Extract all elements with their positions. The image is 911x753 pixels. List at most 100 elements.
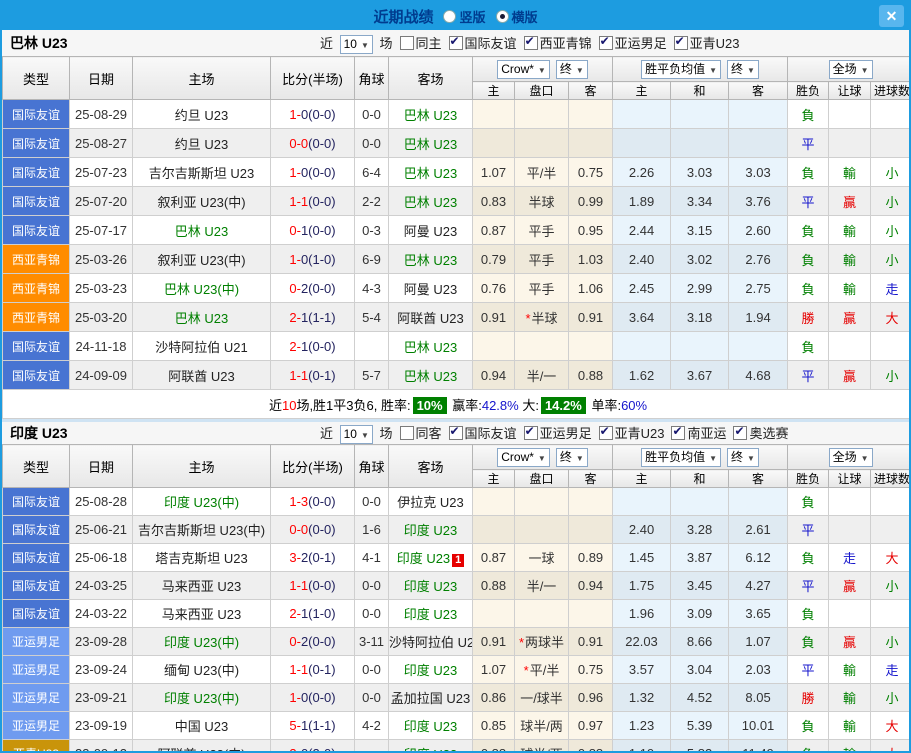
scope-select[interactable]: 全场▼: [829, 60, 873, 79]
home-team-name: 阿联酋 U23: [168, 369, 234, 384]
handicap-result-cell: 贏: [829, 628, 871, 656]
score: 5-1(1-1): [271, 712, 355, 740]
filter-checkbox-国际友谊[interactable]: [449, 426, 463, 440]
avg-odds-select[interactable]: 胜平负均值▼: [641, 60, 721, 79]
horizontal-layout-radio[interactable]: [496, 10, 509, 23]
match-row: 国际友谊25-08-27约旦 U230-0(0-0)0-0巴林 U23平: [3, 129, 911, 158]
goals-result-cell: [871, 600, 911, 628]
home-team: 吉尔吉斯斯坦 U23: [133, 158, 271, 187]
corner-score: 6-4: [355, 158, 389, 187]
recent-count-select[interactable]: 10▼: [340, 425, 373, 444]
odds-handicap: 平/半: [515, 158, 569, 187]
odds-handicap: *平/半: [515, 656, 569, 684]
odds-home: 0.88: [473, 740, 515, 753]
odds-handicap: 一球: [515, 544, 569, 572]
filter-checkbox-亚青U23[interactable]: [674, 36, 688, 50]
competition-type-badge: 西亚青锦: [3, 245, 70, 274]
column-header-客场: 客场: [389, 57, 473, 100]
score-halftime: 0(0-0): [301, 165, 336, 180]
result-cell: 平: [788, 187, 829, 216]
match-date: 23-09-21: [70, 684, 133, 712]
competition-type-badge: 亚运男足: [3, 684, 70, 712]
match-date: 23-09-12: [70, 740, 133, 753]
away-team: 印度 U23: [389, 656, 473, 684]
filter-checkbox-亚青U23[interactable]: [599, 426, 613, 440]
filter-checkbox-亚运男足[interactable]: [524, 426, 538, 440]
chevron-down-icon: ▼: [861, 454, 869, 463]
filter-checkbox-亚运男足[interactable]: [599, 36, 613, 50]
odds-handicap: [515, 516, 569, 544]
match-date: 25-08-28: [70, 488, 133, 516]
score: 0-1(0-0): [271, 216, 355, 245]
filter-checkbox-同主[interactable]: [400, 36, 414, 50]
close-icon[interactable]: ✕: [879, 5, 904, 27]
competition-type-badge: 国际友谊: [3, 488, 70, 516]
filter-checkbox-label: 亚青U23: [690, 36, 740, 51]
recent-count-select-value: 10: [344, 37, 357, 51]
bookmaker-select[interactable]: Crow*▼: [497, 448, 550, 467]
away-team: 阿联酋 U23: [389, 303, 473, 332]
subcolumn-header-胜负: 胜负: [788, 82, 829, 100]
filter-checkbox-南亚运[interactable]: [671, 426, 685, 440]
corner-score: 0-0: [355, 600, 389, 628]
goals-result-value: 大: [886, 747, 899, 753]
goals-result-value: 走: [886, 282, 899, 297]
vertical-layout-radio[interactable]: [443, 10, 456, 23]
avg-home: 1.62: [613, 361, 671, 390]
score-fulltime: 0-: [289, 634, 301, 649]
competition-type-badge: 西亚青锦: [3, 274, 70, 303]
result-scope-group: 全场▼: [788, 445, 911, 470]
score-halftime: 2(0-1): [301, 550, 336, 565]
column-header-主场: 主场: [133, 445, 271, 488]
bookmaker-select-value: Crow*: [501, 450, 534, 464]
match-date: 25-08-27: [70, 129, 133, 158]
home-team: 约旦 U23: [133, 129, 271, 158]
avg-draw: 3.87: [671, 544, 729, 572]
score-fulltime: 1-: [289, 252, 301, 267]
match-row: 亚青U2323-09-12阿联酋 U23(中)3-0(2-0)印度 U230.8…: [3, 740, 911, 753]
away-team: 巴林 U23: [389, 158, 473, 187]
avg-draw: [671, 100, 729, 129]
result-cell: 負: [788, 488, 829, 516]
odds-period-select[interactable]: 终▼: [556, 448, 588, 467]
match-date: 23-09-19: [70, 712, 133, 740]
corner-score: 5-7: [355, 361, 389, 390]
avg-home: [613, 488, 671, 516]
odds-period-select[interactable]: 终▼: [556, 60, 588, 79]
handicap-result-cell: 贏: [829, 187, 871, 216]
filter-checkbox-label: 亚运男足: [615, 36, 667, 51]
filter-checkbox-label: 同客: [416, 426, 442, 441]
section-bahrain: 巴林 U23 近 10▼ 场同主国际友谊西亚青锦亚运男足亚青U23 类型日期主场…: [2, 30, 909, 419]
avg-odds-select[interactable]: 胜平负均值▼: [641, 448, 721, 467]
filter-checkbox-奥选赛[interactable]: [733, 426, 747, 440]
filter-checkbox-西亚青锦[interactable]: [524, 36, 538, 50]
goals-result-cell: 小: [871, 158, 911, 187]
match-filters: 近 10▼ 场同客国际友谊亚运男足亚青U23南亚运奥选赛: [320, 423, 788, 444]
away-team-name: 巴林 U23: [404, 369, 457, 384]
goals-result-cell: 小: [871, 187, 911, 216]
odds-home: [473, 600, 515, 628]
away-team: 巴林 U23: [389, 332, 473, 361]
recent-count-select[interactable]: 10▼: [340, 35, 373, 54]
scope-select[interactable]: 全场▼: [829, 448, 873, 467]
avg-period-select[interactable]: 终▼: [727, 60, 759, 79]
away-team: 巴林 U23: [389, 129, 473, 158]
home-team: 塔吉克斯坦 U23: [133, 544, 271, 572]
bookmaker-odds-group: Crow*▼ 终▼: [473, 57, 613, 82]
score-fulltime: 5-: [289, 718, 301, 733]
avg-home: 1.45: [613, 544, 671, 572]
filter-checkbox-同客[interactable]: [400, 426, 414, 440]
avg-odds-group: 胜平负均值▼ 终▼: [613, 445, 788, 470]
summary-segment: 10%: [413, 397, 447, 414]
avg-away: [729, 129, 788, 158]
odds-away: [569, 129, 613, 158]
bookmaker-select[interactable]: Crow*▼: [497, 60, 550, 79]
away-team: 印度 U23: [389, 572, 473, 600]
subcolumn-header-盘口: 盘口: [515, 470, 569, 488]
avg-period-select[interactable]: 终▼: [727, 448, 759, 467]
filter-checkbox-国际友谊[interactable]: [449, 36, 463, 50]
summary-segment: 场,胜1平3负6, 胜率:: [296, 398, 410, 413]
matches-table: 类型日期主场比分(半场)角球客场Crow*▼终▼胜平负均值▼终▼全场▼主盘口客主…: [2, 444, 911, 753]
column-header-比分(半场): 比分(半场): [271, 57, 355, 100]
score: 0-0(0-0): [271, 129, 355, 158]
